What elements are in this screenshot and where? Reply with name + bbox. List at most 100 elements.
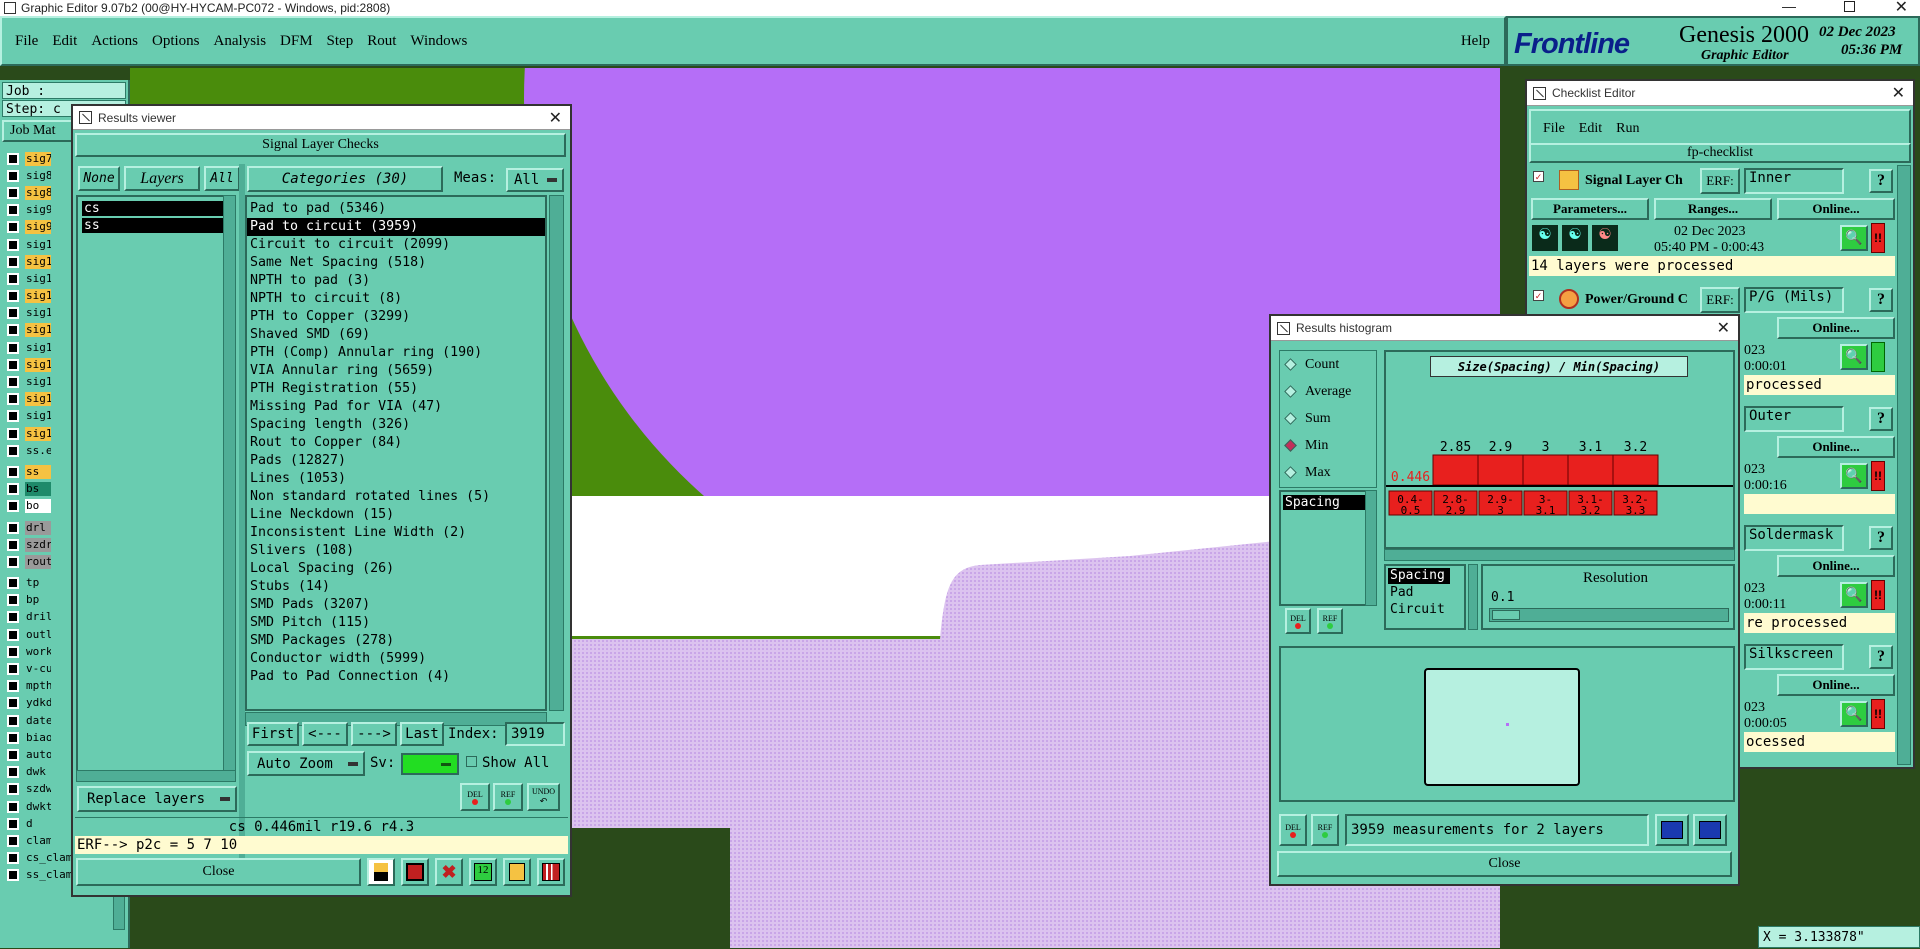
- zoom-results-button[interactable]: 🔍: [1840, 225, 1868, 251]
- layer-item-cs[interactable]: cs: [82, 201, 228, 216]
- hist-listbox[interactable]: Spacing: [1279, 490, 1377, 606]
- layers-listbox[interactable]: cs ss: [76, 195, 236, 773]
- layer-checkbox[interactable]: [7, 169, 19, 182]
- layer-name[interactable]: ss.e: [25, 443, 51, 458]
- online-button[interactable]: Online...: [1777, 674, 1895, 696]
- category-item[interactable]: Conductor width (5999): [247, 650, 545, 668]
- layer-checkbox[interactable]: [7, 393, 19, 406]
- category-item[interactable]: Pad to Pad Connection (4): [247, 668, 545, 686]
- slider-handle[interactable]: [1492, 610, 1520, 620]
- job-matrix-tab[interactable]: Job Mat: [2, 120, 76, 142]
- replace-layers-dropdown[interactable]: Replace layers: [77, 786, 237, 812]
- layer-name[interactable]: dwk: [25, 765, 51, 780]
- close-icon[interactable]: ✕: [1717, 318, 1730, 338]
- menu-windows[interactable]: Windows: [410, 33, 467, 50]
- layer-name[interactable]: ydkd: [25, 696, 51, 711]
- checklist-menu-file[interactable]: File: [1543, 121, 1565, 137]
- layer-name[interactable]: bs: [25, 482, 51, 497]
- layer-name[interactable]: d: [25, 816, 51, 831]
- hist-list-vscroll[interactable]: [1365, 490, 1377, 606]
- layer-checkbox[interactable]: [7, 680, 19, 693]
- last-button[interactable]: Last: [400, 722, 444, 746]
- tool-icon-2[interactable]: [401, 858, 429, 886]
- layer-name[interactable]: v-cu: [25, 662, 51, 677]
- maximize-icon[interactable]: [1844, 1, 1855, 12]
- layer-name[interactable]: bp: [25, 593, 51, 608]
- layer-checkbox[interactable]: [7, 238, 19, 251]
- sv-color-dropdown[interactable]: [401, 753, 459, 775]
- categories-button[interactable]: Categories (30): [247, 166, 443, 192]
- layer-name[interactable]: biao: [25, 730, 51, 745]
- close-button[interactable]: Close: [76, 858, 361, 886]
- undo-button[interactable]: UNDO ↶: [527, 783, 560, 811]
- category-item[interactable]: NPTH to pad (3): [247, 272, 545, 290]
- next-button[interactable]: --->: [351, 722, 397, 746]
- layer-checkbox[interactable]: [7, 521, 19, 534]
- layer-name[interactable]: sig1: [25, 271, 51, 286]
- layer-name[interactable]: sig9: [25, 203, 51, 218]
- meas-dropdown[interactable]: All: [506, 168, 564, 192]
- menu-help[interactable]: Help: [1461, 33, 1490, 50]
- tool-icon-1[interactable]: [367, 858, 395, 886]
- layer-name[interactable]: clam: [25, 833, 51, 848]
- layer-name[interactable]: sig1: [25, 237, 51, 252]
- layer-name[interactable]: tp: [25, 576, 51, 591]
- mode-radio-sum[interactable]: Sum: [1280, 405, 1376, 432]
- tool-icon-4[interactable]: 12: [469, 858, 497, 886]
- category-item[interactable]: PTH (Comp) Annular ring (190): [247, 344, 545, 362]
- tool-icon-5[interactable]: [503, 858, 531, 886]
- layer-name[interactable]: ss: [25, 464, 51, 479]
- category-item[interactable]: VIA Annular ring (5659): [247, 362, 545, 380]
- resolution-slider[interactable]: [1489, 608, 1729, 622]
- layer-checkbox[interactable]: [7, 663, 19, 676]
- layer-checkbox[interactable]: [7, 221, 19, 234]
- help-button[interactable]: ?: [1869, 407, 1893, 431]
- layer-name[interactable]: sig1: [25, 357, 51, 372]
- layer-name[interactable]: szdr: [25, 537, 51, 552]
- category-item[interactable]: Pads (12827): [247, 452, 545, 470]
- all-layers-button[interactable]: All: [204, 166, 240, 191]
- board-preview[interactable]: [1279, 646, 1735, 802]
- layer-name[interactable]: sig8: [25, 185, 51, 200]
- category-item[interactable]: Inconsistent Line Width (2): [247, 524, 545, 542]
- layer-name[interactable]: drl: [25, 520, 51, 535]
- online-button[interactable]: Online...: [1777, 436, 1895, 458]
- prev-button[interactable]: <---: [302, 722, 348, 746]
- layer-name[interactable]: mpth: [25, 679, 51, 694]
- category-item[interactable]: SMD Pitch (115): [247, 614, 545, 632]
- histogram-bar[interactable]: [1477, 454, 1524, 486]
- export-icon-button[interactable]: [1655, 814, 1689, 846]
- layer-name[interactable]: auto: [25, 747, 51, 762]
- category-item[interactable]: Circuit to circuit (2099): [247, 236, 545, 254]
- tool-icon-3[interactable]: ✖: [435, 858, 463, 886]
- online-button[interactable]: Online...: [1777, 555, 1895, 577]
- zoom-results-button[interactable]: 🔍: [1840, 344, 1868, 370]
- run-icon-1[interactable]: ☯: [1532, 225, 1558, 251]
- category-item[interactable]: Line Neckdown (15): [247, 506, 545, 524]
- layer-checkbox[interactable]: [7, 324, 19, 337]
- help-button[interactable]: ?: [1869, 169, 1893, 193]
- layer-checkbox[interactable]: [7, 290, 19, 303]
- category-item[interactable]: Missing Pad for VIA (47): [247, 398, 545, 416]
- layer-name[interactable]: outl: [25, 627, 51, 642]
- enable-checkbox[interactable]: ✓: [1533, 171, 1544, 182]
- layer-item-ss[interactable]: ss: [82, 218, 228, 233]
- erf-field[interactable]: P/G (Mils): [1744, 287, 1844, 313]
- category-item[interactable]: PTH Registration (55): [247, 380, 545, 398]
- layer-checkbox[interactable]: [7, 376, 19, 389]
- show-all-checkbox[interactable]: [466, 756, 477, 767]
- layer-checkbox[interactable]: [7, 577, 19, 590]
- layer-checkbox[interactable]: [7, 766, 19, 779]
- category-item[interactable]: Shaved SMD (69): [247, 326, 545, 344]
- layer-name[interactable]: sig1: [25, 340, 51, 355]
- layers-vscroll[interactable]: [223, 195, 236, 773]
- erf-field[interactable]: Soldermask: [1744, 525, 1844, 551]
- help-button[interactable]: ?: [1869, 288, 1893, 312]
- type-item-pad[interactable]: Pad: [1388, 585, 1464, 601]
- category-item[interactable]: Pad to circuit (3959): [247, 218, 545, 236]
- layer-checkbox[interactable]: [7, 255, 19, 268]
- layer-checkbox[interactable]: [7, 852, 19, 865]
- hist-ref-button[interactable]: REF: [1317, 608, 1343, 634]
- category-item[interactable]: Rout to Copper (84): [247, 434, 545, 452]
- layer-checkbox[interactable]: [7, 483, 19, 496]
